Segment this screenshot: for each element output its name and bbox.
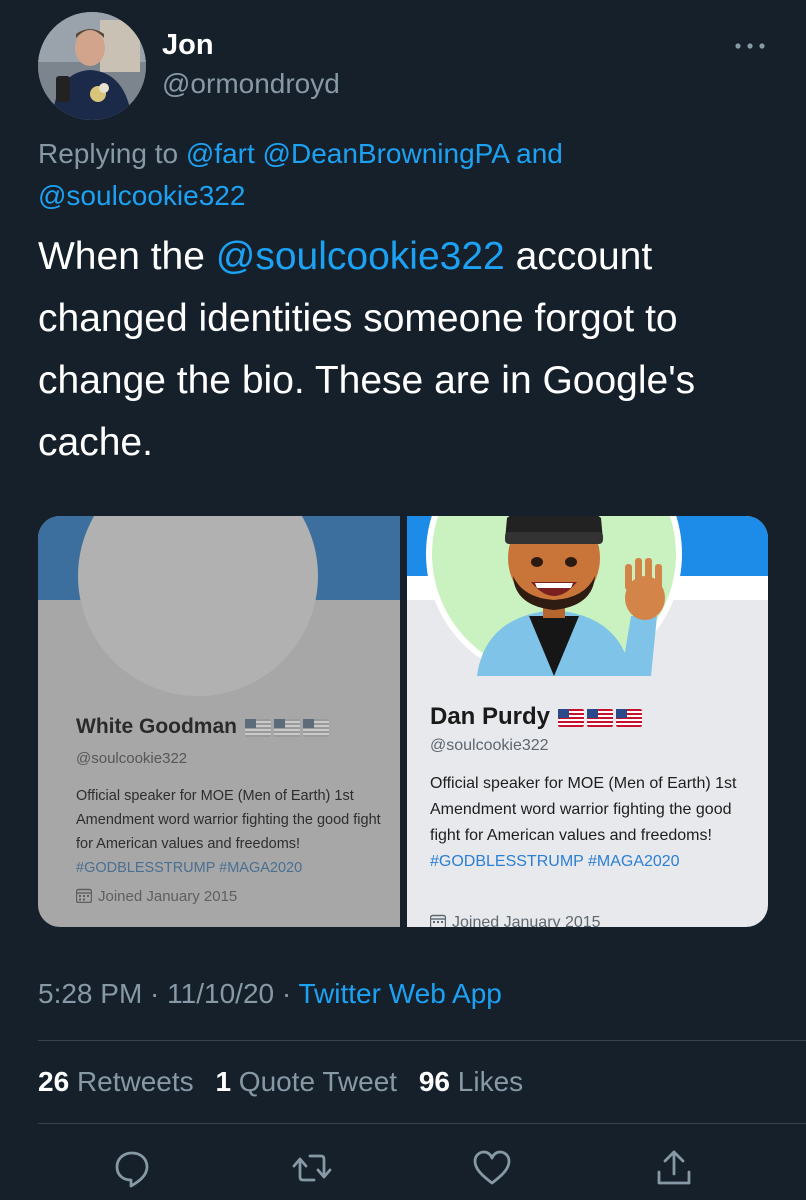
cartoon-avatar [426, 516, 682, 676]
author-avatar[interactable] [38, 12, 146, 120]
profile-bio: Official speaker for MOE (Men of Earth) … [430, 771, 760, 875]
tweet-date[interactable]: 11/10/20 [167, 978, 274, 1009]
divider [38, 1123, 806, 1124]
us-flag-icon [587, 709, 614, 728]
profile-bio-text: Official speaker for MOE (Men of Earth) … [76, 788, 381, 852]
quote-tweets-label: Quote Tweet [238, 1066, 398, 1097]
us-flag-icon [245, 718, 271, 737]
replying-prefix: Replying to [38, 138, 179, 169]
media-grid: White Goodman @soulcookie322 Official sp… [38, 516, 768, 927]
retweets-count: 26 [38, 1066, 70, 1097]
retweet-icon[interactable] [290, 1146, 334, 1190]
profile-name-text: White Goodman [76, 715, 237, 738]
profile-joined-text: Joined January 2015 [452, 914, 601, 927]
profile-joined: Joined January 2015 [430, 914, 601, 927]
engagement-stats: 26 Retweets 1 Quote Tweet 96 Likes [38, 1066, 537, 1098]
heart-icon[interactable] [470, 1146, 514, 1190]
separator: · [274, 978, 299, 1009]
profile-joined-text: Joined January 2015 [98, 888, 238, 905]
separator: · [142, 978, 168, 1009]
tweet-mention[interactable]: @soulcookie322 [216, 235, 505, 278]
retweets-stat[interactable]: 26 Retweets [38, 1066, 194, 1097]
us-flag-icon [616, 709, 643, 728]
tweet-text-part: When the [38, 235, 216, 278]
profile-handle: @soulcookie322 [430, 737, 549, 754]
calendar-icon [76, 888, 92, 903]
mention-link[interactable]: @fart [186, 138, 255, 169]
media-image-left[interactable]: White Goodman @soulcookie322 Official sp… [38, 516, 400, 927]
profile-bio-text: Official speaker for MOE (Men of Earth) … [430, 775, 737, 844]
tweet-timestamp: 5:28 PM · 11/10/20 · Twitter Web App [38, 978, 502, 1010]
us-flag-icon [274, 718, 300, 737]
profile-name-text: Dan Purdy [430, 703, 551, 730]
profile-hashtags: #GODBLESSTRUMP #MAGA2020 [430, 853, 680, 870]
author-handle[interactable]: @ormondroyd [162, 68, 340, 100]
source-app-link[interactable]: Twitter Web App [298, 978, 501, 1009]
share-icon[interactable] [652, 1146, 696, 1190]
divider [38, 1040, 806, 1041]
media-image-right[interactable]: Dan Purdy @soulcookie322 Official speake… [407, 516, 768, 927]
author-name[interactable]: Jon [162, 29, 214, 62]
tweet: Jon @ormondroyd Replying to @fart @DeanB… [0, 0, 806, 1200]
quote-tweets-count: 1 [215, 1066, 232, 1097]
profile-bio: Official speaker for MOE (Men of Earth) … [76, 784, 396, 880]
mention-link[interactable]: @DeanBrowningPA [263, 138, 509, 169]
profile-joined: Joined January 2015 [76, 888, 237, 905]
flag-group [558, 704, 645, 732]
profile-name: Dan Purdy [430, 703, 645, 732]
mention-link[interactable]: @soulcookie322 [38, 180, 245, 211]
flag-group [245, 715, 332, 739]
quote-tweets-stat[interactable]: 1 Quote Tweet [215, 1066, 397, 1097]
likes-label: Likes [457, 1066, 524, 1097]
us-flag-icon [303, 718, 329, 737]
replying-conjunction: and [516, 138, 563, 169]
profile-avatar-placeholder [78, 516, 318, 696]
likes-stat[interactable]: 96 Likes [419, 1066, 523, 1097]
us-flag-icon [558, 709, 585, 728]
likes-count: 96 [418, 1066, 450, 1097]
retweets-label: Retweets [76, 1066, 194, 1097]
replying-to: Replying to @fart @DeanBrowningPA and @s… [38, 133, 778, 217]
more-horizontal-icon[interactable] [734, 38, 766, 54]
reply-icon[interactable] [110, 1146, 154, 1190]
avatar-photo [38, 12, 146, 120]
action-bar [0, 1146, 806, 1194]
profile-name: White Goodman [76, 715, 332, 739]
calendar-icon [430, 914, 446, 927]
profile-hashtags: #GODBLESSTRUMP #MAGA2020 [76, 860, 303, 876]
profile-handle: @soulcookie322 [76, 750, 188, 767]
tweet-time[interactable]: 5:28 PM [38, 978, 142, 1009]
tweet-text: When the @soulcookie322 account changed … [38, 226, 778, 474]
